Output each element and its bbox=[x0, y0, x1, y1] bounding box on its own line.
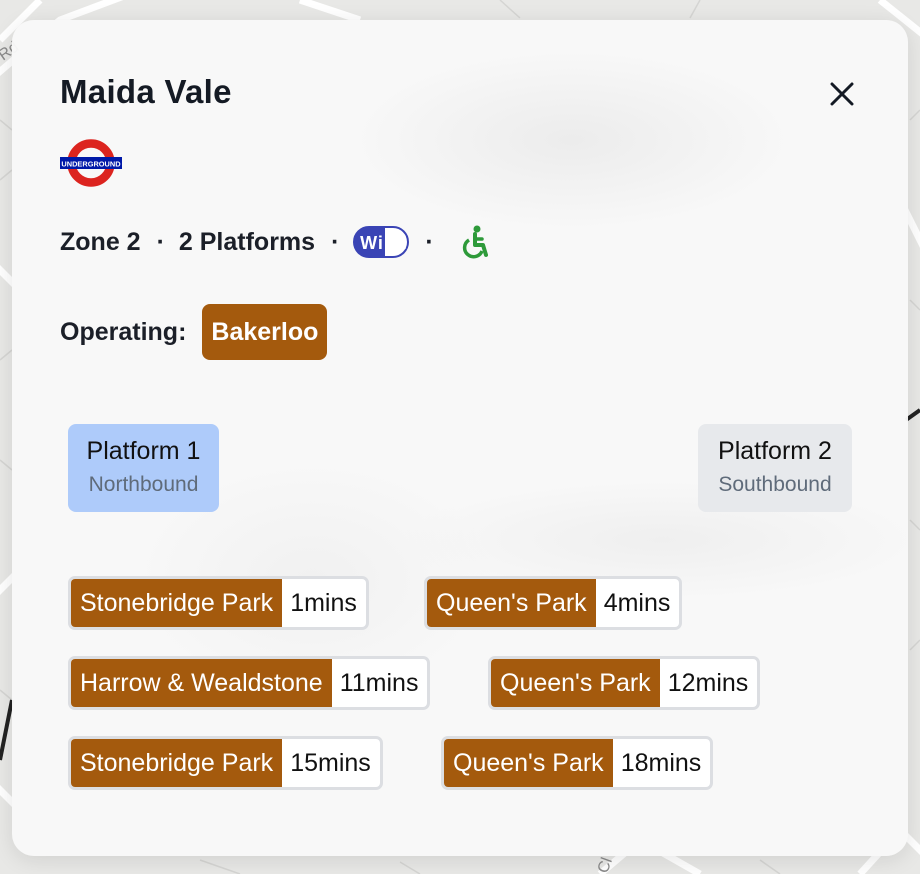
platform-count-label: 2 Platforms bbox=[178, 227, 316, 256]
station-name: Maida Vale bbox=[60, 73, 232, 110]
wifi-text: Wi Fi bbox=[360, 233, 408, 253]
platform-tab-1[interactable]: Platform 1 Northbound bbox=[68, 424, 219, 512]
separator-dot: · bbox=[425, 227, 434, 256]
separator-dot: · bbox=[331, 227, 340, 256]
departure-destination: Stonebridge Park bbox=[71, 739, 283, 787]
platform-name: Platform 2 bbox=[718, 437, 832, 465]
departure-item[interactable]: Stonebridge Park 15mins bbox=[68, 736, 383, 790]
departure-time: 18mins bbox=[620, 748, 702, 777]
departure-destination: Stonebridge Park bbox=[71, 579, 283, 627]
departure-destination: Queen's Park bbox=[427, 579, 596, 627]
departure-item[interactable]: Queen's Park 18mins bbox=[441, 736, 714, 790]
roundel-text: UNDERGROUND bbox=[61, 159, 121, 168]
departure-destination: Queen's Park bbox=[444, 739, 613, 787]
departure-item[interactable]: Stonebridge Park 1mins bbox=[68, 576, 369, 630]
departure-time: 4mins bbox=[603, 588, 671, 617]
wheelchair-icon bbox=[462, 225, 488, 259]
departure-time: 11mins bbox=[339, 668, 419, 697]
underground-roundel-icon: UNDERGROUND bbox=[60, 139, 122, 187]
zone-label: Zone 2 bbox=[60, 227, 141, 256]
departure-destination: Queen's Park bbox=[491, 659, 660, 707]
platform-direction: Southbound bbox=[718, 473, 832, 496]
operating-label: Operating: bbox=[60, 317, 187, 346]
departure-item[interactable]: Queen's Park 4mins bbox=[424, 576, 683, 630]
departure-item[interactable]: Harrow & Wealdstone 11mins bbox=[68, 656, 431, 710]
departure-destination: Harrow & Wealdstone bbox=[71, 659, 332, 707]
station-info-card: Maida Vale UNDERGROUND Zone 2 · 2 Platfo… bbox=[12, 20, 908, 856]
close-icon[interactable] bbox=[830, 82, 854, 106]
platform-tab-2[interactable]: Platform 2 Southbound bbox=[698, 424, 852, 512]
platform-name: Platform 1 bbox=[86, 437, 201, 465]
departure-item[interactable]: Queen's Park 12mins bbox=[488, 656, 761, 710]
departure-time: 12mins bbox=[667, 668, 749, 697]
close-button[interactable] bbox=[824, 76, 860, 112]
separator-dot: · bbox=[156, 227, 165, 256]
wifi-icon: Wi Fi bbox=[353, 226, 410, 258]
line-badge-bakerloo[interactable]: Bakerloo bbox=[202, 304, 328, 360]
operating-lines: Operating: Bakerloo bbox=[60, 304, 328, 360]
platform-direction: Northbound bbox=[88, 473, 199, 496]
departure-time: 1mins bbox=[290, 588, 357, 617]
departure-time: 15mins bbox=[290, 748, 371, 777]
station-info-row: Zone 2 · 2 Platforms · Wi Fi · bbox=[60, 222, 488, 262]
